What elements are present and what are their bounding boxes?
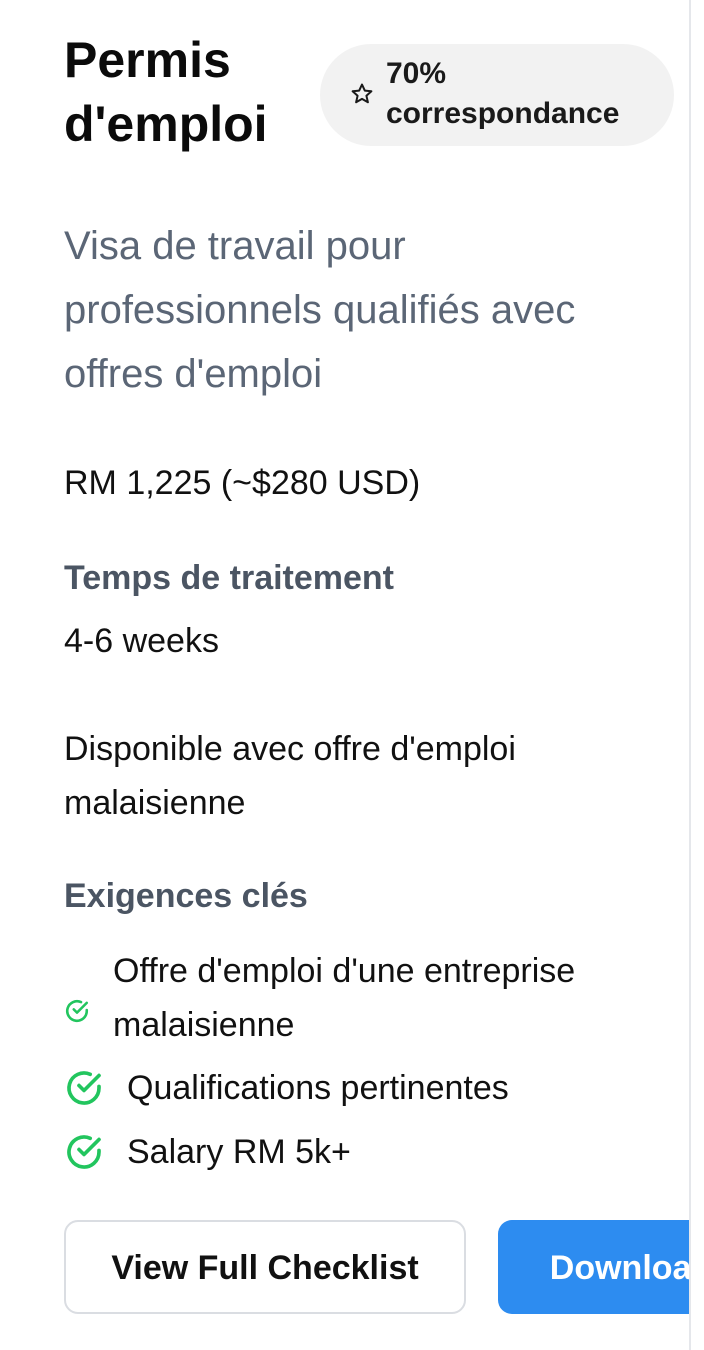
match-percent: 70%: [386, 57, 447, 90]
requirements-label: Exigences clés: [64, 877, 308, 915]
check-circle-icon: [64, 1068, 104, 1108]
star-icon: [350, 82, 374, 106]
requirement-text: Salary RM 5k+: [127, 1133, 351, 1171]
requirement-text: Qualifications pertinentes: [127, 1069, 509, 1107]
requirement-item: Salary RM 5k+: [64, 1124, 664, 1180]
visa-cost: RM 1,225 (~$280 USD): [64, 464, 421, 502]
visa-description: Visa de travail pour professionnels qual…: [64, 224, 576, 396]
match-score-badge: 70% correspondance: [320, 44, 674, 146]
processing-time-value: 4-6 weeks: [64, 622, 219, 660]
check-circle-icon: [64, 986, 90, 1023]
availability-note: Disponible avec offre d'emploi malaisien…: [64, 730, 516, 822]
visa-title: Permis d'emploi: [64, 32, 268, 152]
visa-option-card: Permis d'emploi 70% correspondance Visa …: [0, 0, 690, 1350]
requirement-item: Qualifications pertinentes: [64, 1060, 664, 1116]
view-checklist-button[interactable]: View Full Checklist: [64, 1220, 466, 1314]
check-circle-icon: [64, 1132, 104, 1172]
card-divider: [689, 0, 691, 1350]
requirement-text: Offre d'emploi d'une entreprise malaisie…: [113, 952, 576, 1044]
download-button[interactable]: Download: [498, 1220, 690, 1314]
processing-time-label: Temps de traitement: [64, 559, 395, 597]
match-label: correspondance: [386, 97, 620, 130]
requirement-item: Offre d'emploi d'une entreprise malaisie…: [64, 944, 664, 1054]
